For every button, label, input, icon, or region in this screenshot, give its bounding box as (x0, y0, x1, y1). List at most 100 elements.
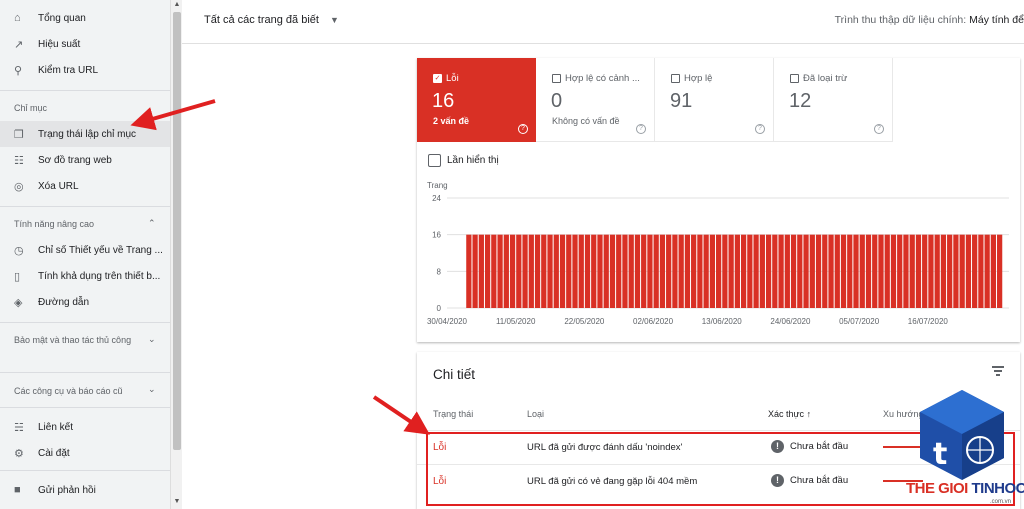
chart-bar (803, 234, 809, 308)
nav-label: Hiệu suất (38, 38, 81, 50)
nav-sitemaps[interactable]: ☷ Sơ đồ trang web (0, 147, 170, 173)
chart-bar (815, 234, 822, 308)
chart-bar (747, 234, 753, 308)
layers-icon: ◈ (14, 296, 23, 309)
chart-bar (566, 234, 572, 308)
caret-down-icon[interactable]: ▼ (330, 15, 339, 25)
chart-bar (597, 234, 603, 308)
chart-bar (865, 234, 872, 308)
chart-bar (897, 234, 903, 308)
checkbox-checked-icon: ✓ (433, 74, 442, 83)
chart-bar (603, 234, 609, 308)
chart-bar (672, 234, 678, 308)
nav-removals[interactable]: ◎ Xóa URL (0, 173, 170, 199)
nav-label: Gửi phản hồi (38, 484, 96, 496)
x-tick-label: 11/05/2020 (496, 317, 536, 326)
nav-label: Cài đặt (38, 447, 70, 459)
nav-settings[interactable]: ⚙ Cài đặt (0, 440, 170, 466)
chart-bar (934, 234, 940, 308)
network-icon: ☵ (14, 421, 24, 434)
column-status[interactable]: Trạng thái (433, 409, 473, 419)
nav-mobile-usability[interactable]: ▯ Tính khả dụng trên thiết b... (0, 263, 170, 289)
checkbox-icon (671, 74, 680, 83)
checkbox-icon (790, 74, 799, 83)
chart-bar (509, 234, 516, 308)
section-legacy-title[interactable]: Các công cụ và báo cáo cũ (14, 384, 164, 398)
chart-bar (534, 234, 541, 308)
nav-core-web-vitals[interactable]: ◷ Chỉ số Thiết yếu về Trang ... (0, 237, 170, 263)
logo-part2: TINHOC (971, 480, 1024, 497)
scroll-thumb[interactable] (173, 12, 181, 450)
chevron-down-icon[interactable]: ⌄ (148, 384, 156, 395)
column-validation[interactable]: Xác thực ↑ (768, 409, 811, 419)
chart-bar (497, 234, 503, 308)
tile-valid-warning[interactable]: Hợp lệ có cảnh ... 0 Không có vấn đề ? (536, 58, 655, 142)
impressions-toggle[interactable]: Lần hiển thị (428, 154, 499, 167)
chart-bar (947, 234, 953, 308)
property-selector[interactable]: Tất cả các trang đã biết (204, 14, 319, 26)
chart-bar (666, 234, 672, 308)
chart-bar (578, 234, 584, 308)
chart-bar (684, 234, 691, 308)
tile-valid[interactable]: Hợp lệ 91 ? (655, 58, 774, 142)
chart-bar (516, 234, 522, 308)
scroll-down-arrow[interactable]: ▼ (173, 498, 181, 505)
chevron-up-icon[interactable]: ⌃ (148, 218, 156, 229)
chart-bar (716, 234, 722, 308)
chart-bar (978, 234, 984, 308)
chart-bar (634, 234, 641, 308)
chart-bar (691, 234, 697, 308)
sort-arrow-icon: ↑ (806, 409, 812, 419)
chart-bar (790, 234, 797, 308)
chart-bar (491, 234, 497, 308)
help-icon[interactable]: ? (636, 124, 646, 134)
chart-bar (940, 234, 947, 308)
chart-bar (759, 234, 765, 308)
column-type[interactable]: Loại (527, 409, 544, 419)
coverage-chart: Trang 24 16 8 0 30/04/2020 11/05/2020 22/05/202… (427, 181, 1009, 326)
nav-performance[interactable]: ↗ Hiệu suất (0, 31, 170, 57)
chart-bar (922, 234, 928, 308)
help-icon[interactable]: ? (518, 124, 528, 134)
chevron-down-icon[interactable]: ⌄ (148, 334, 156, 345)
chart-bar (559, 234, 566, 308)
chart-bar (778, 234, 784, 308)
details-title: Chi tiết (433, 367, 476, 382)
tile-value: 12 (789, 90, 812, 112)
filter-icon[interactable] (992, 366, 1004, 378)
tile-error[interactable]: ✓ Lỗi 16 2 vấn đề ? (417, 58, 536, 142)
section-security-title[interactable]: Bảo mật và thao tác thủ công (14, 333, 134, 347)
help-icon[interactable]: ? (874, 124, 884, 134)
chart-bar (541, 234, 547, 308)
search-icon: ⚲ (14, 64, 23, 77)
chart-bar (859, 234, 865, 308)
chart-bar (628, 234, 634, 308)
column-validation-label: Xác thực (768, 409, 805, 419)
top-bar: Tất cả các trang đã biết ▼ Trình thu thậ… (182, 0, 1024, 44)
nav-label: Xóa URL (38, 180, 79, 192)
nav-label: Kiểm tra URL (38, 64, 99, 76)
nav-overview[interactable]: ⌂ Tổng quan (0, 5, 170, 31)
nav-url-inspection[interactable]: ⚲ Kiểm tra URL (0, 57, 170, 83)
eye-off-icon: ◎ (14, 180, 24, 193)
chart-bar (809, 234, 815, 308)
chart-bar (659, 234, 666, 308)
sidebar-scrollbar[interactable]: ▲ ▼ (170, 0, 182, 509)
tile-excluded[interactable]: Đã loại trừ 12 ? (774, 58, 893, 142)
chart-bar (647, 234, 653, 308)
nav-links[interactable]: ☵ Liên kết (0, 414, 170, 440)
chart-bar (484, 234, 491, 308)
help-icon[interactable]: ? (755, 124, 765, 134)
y-tick-label: 16 (432, 231, 441, 240)
watermark-domain: .com.vn (990, 499, 1012, 505)
nav-index-coverage[interactable]: ❐ Trạng thái lập chỉ mục (0, 121, 170, 147)
tile-label-text: Lỗi (446, 73, 459, 84)
section-advanced-title[interactable]: Tính năng nâng cao (14, 217, 164, 231)
chart-bar (740, 234, 747, 308)
chart-bar (753, 234, 759, 308)
nav-breadcrumbs[interactable]: ◈ Đường dẫn (0, 289, 170, 315)
tile-label-text: Đã loại trừ (803, 73, 848, 84)
impressions-label: Lần hiển thị (447, 155, 499, 166)
scroll-up-arrow[interactable]: ▲ (173, 1, 181, 8)
nav-feedback[interactable]: ■ Gửi phản hồi (0, 477, 170, 503)
